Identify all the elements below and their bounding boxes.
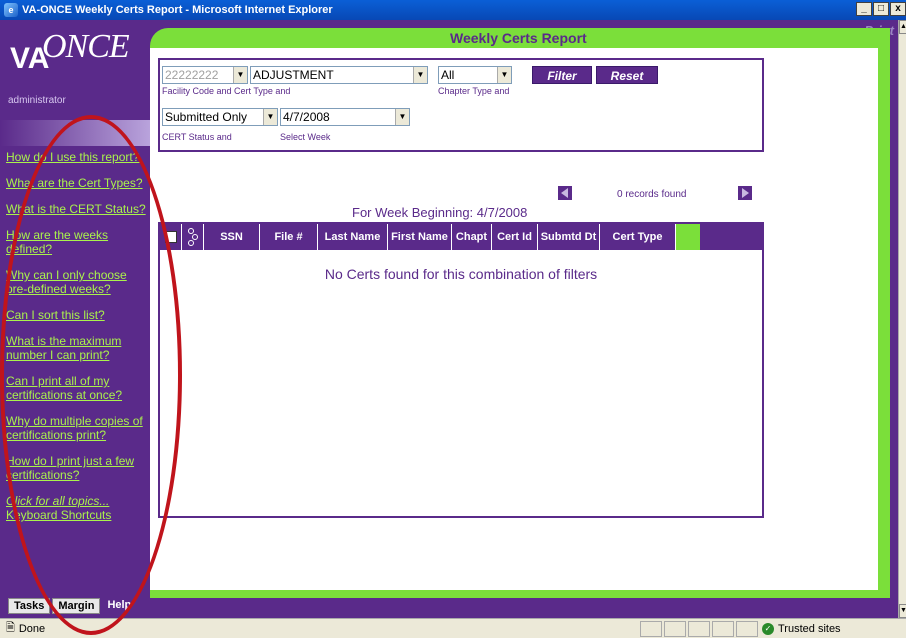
certs-table: SSN File # Last Name First Name Chapt Ce… [158,222,764,518]
help-links: How do I use this report? What are the C… [6,150,148,534]
security-zone: ✓ Trusted sites [762,621,841,637]
status-cell [640,621,662,637]
content-header: Weekly Certs Report [150,28,890,48]
help-link-sort-list[interactable]: Can I sort this list? [6,308,148,322]
previous-page-icon[interactable] [558,186,572,200]
tab-margin[interactable]: Margin [52,598,101,614]
sort-cell [182,224,204,250]
tab-help[interactable]: Help [102,598,136,614]
chevron-down-icon: ▼ [497,67,511,83]
help-link-print-all[interactable]: Can I print all of my certifications at … [6,374,148,402]
status-bar: 🗎 Done ✓ Trusted sites [0,618,906,638]
chapter-type-select[interactable]: All ▼ [438,66,512,84]
minimize-button[interactable]: _ [856,2,872,16]
username: administrator [8,95,66,106]
content-border-right [878,48,890,598]
ie-icon: e [4,3,18,17]
status-cell [736,621,758,637]
help-link-weeks-defined[interactable]: How are the weeks defined? [6,228,148,256]
select-all-cell [160,224,182,250]
close-button[interactable]: x [890,2,906,16]
help-link-predefined-weeks[interactable]: Why can I only choose pre-defined weeks? [6,268,148,296]
week-select[interactable]: 4/7/2008 ▼ [280,108,410,126]
cert-type-select[interactable]: ADJUSTMENT ▼ [250,66,428,84]
window-title: VA-ONCE Weekly Certs Report - Microsoft … [22,4,333,16]
chevron-down-icon: ▼ [263,109,277,125]
help-link-cert-status[interactable]: What is the CERT Status? [6,202,148,216]
page-title: Weekly Certs Report [450,30,587,46]
records-count: 0 records found [617,189,687,200]
keyboard-shortcuts-link[interactable]: Keyboard Shortcuts [6,508,148,522]
scroll-down-icon[interactable]: ▼ [899,604,906,618]
zone-label: Trusted sites [778,623,841,635]
status-cell [664,621,686,637]
help-link-max-print[interactable]: What is the maximum number I can print? [6,334,148,362]
status-text: Done [18,622,46,635]
sidebar-band [0,120,150,146]
column-first-name[interactable]: First Name [388,224,452,250]
column-cert-id[interactable]: Cert Id [492,224,538,250]
column-ssn[interactable]: SSN [204,224,260,250]
next-page-icon[interactable] [738,186,752,200]
column-cert-type[interactable]: Cert Type [600,224,676,250]
column-file-number[interactable]: File # [260,224,318,250]
checkmark-icon: ✓ [762,623,774,635]
cert-status-label: CERT Status and [162,132,232,142]
table-header: SSN File # Last Name First Name Chapt Ce… [160,224,762,250]
facility-cert-label: Facility Code and Cert Type and [162,86,291,96]
facility-code-select: 22222222 ▼ [162,66,248,84]
window-titlebar: e VA-ONCE Weekly Certs Report - Microsof… [0,0,906,20]
status-cell [688,621,710,637]
column-submitted-date[interactable]: Submtd Dt [538,224,600,250]
header-filler [676,224,700,250]
content-panel: 22222222 ▼ ADJUSTMENT ▼ All ▼ Facility Code… [150,48,878,590]
content-border-bottom [150,590,890,598]
vertical-scrollbar[interactable]: ▲ ▼ [898,20,906,618]
chevron-down-icon: ▼ [413,67,427,83]
chevron-down-icon: ▼ [233,67,247,83]
help-link-print-few[interactable]: How do I print just a few certifications… [6,454,148,482]
week-heading: For Week Beginning: 4/7/2008 [352,205,528,220]
status-cell [712,621,734,637]
sidebar-tabs: Tasks Margin Help [8,598,136,614]
empty-message: No Certs found for this combination of f… [324,266,598,282]
reset-button[interactable]: Reset [596,66,658,84]
hierarchy-icon[interactable] [187,227,199,247]
window-controls: _ □ x [856,2,906,16]
help-link-cert-types[interactable]: What are the Cert Types? [6,176,148,190]
chevron-down-icon: ▼ [395,109,409,125]
cert-status-select[interactable]: Submitted Only ▼ [162,108,278,126]
help-link-use-report[interactable]: How do I use this report? [6,150,148,164]
select-all-checkbox[interactable] [164,231,177,244]
chapter-type-label: Chapter Type and [438,86,510,96]
maximize-button[interactable]: □ [873,2,889,16]
column-chapt[interactable]: Chapt [452,224,492,250]
sidebar: VA ONCE administrator How do I use this … [0,20,150,618]
week-label: Select Week [280,132,331,142]
filter-button[interactable]: Filter [532,66,592,84]
column-last-name[interactable]: Last Name [318,224,388,250]
page-icon: 🗎 [6,622,15,634]
all-topics-link[interactable]: Click for all topics... [6,494,148,508]
help-link-multiple-copies[interactable]: Why do multiple copies of certifications… [6,414,148,442]
filter-panel: 22222222 ▼ ADJUSTMENT ▼ All ▼ Facility Code… [158,58,764,152]
tab-tasks[interactable]: Tasks [8,598,51,614]
scroll-up-icon[interactable]: ▲ [899,20,906,34]
